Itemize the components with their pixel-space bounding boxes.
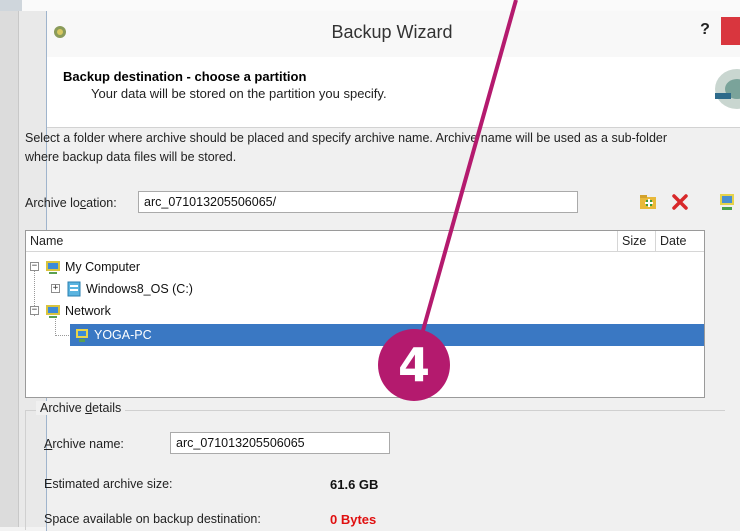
archive-details-group-label: Archive details xyxy=(36,401,126,415)
tree-item-label: Windows8_OS (C:) xyxy=(86,282,193,296)
estimated-size-value: 61.6 GB xyxy=(330,477,379,492)
disk-backup-icon xyxy=(715,69,740,109)
column-header-name[interactable]: Name xyxy=(26,231,618,251)
archive-location-label: Archive location: xyxy=(25,196,117,210)
tree-item-label: Network xyxy=(65,304,111,318)
new-folder-icon[interactable] xyxy=(637,191,659,213)
background-strip xyxy=(0,0,740,11)
space-available-label: Space available on backup destination: xyxy=(44,512,261,526)
archive-location-input[interactable] xyxy=(138,191,578,213)
header-title: Backup destination - choose a partition xyxy=(63,69,307,84)
network-drive-icon[interactable] xyxy=(716,191,738,213)
delete-x-icon[interactable] xyxy=(669,191,691,213)
background-gutter xyxy=(0,11,18,527)
header-subtitle: Your data will be stored on the partitio… xyxy=(91,86,387,101)
column-header-date[interactable]: Date xyxy=(656,231,704,251)
collapse-toggle[interactable]: − xyxy=(30,306,39,315)
computer-icon xyxy=(46,261,60,274)
tree-line xyxy=(55,335,69,336)
tree-item-my-computer[interactable]: − My Computer xyxy=(26,256,704,278)
group-border xyxy=(25,410,26,530)
title-bar: Backup Wizard ? xyxy=(47,11,740,58)
collapse-toggle[interactable]: − xyxy=(30,262,39,271)
tree-item-label: YOGA-PC xyxy=(94,328,152,342)
help-button[interactable]: ? xyxy=(695,18,715,42)
background-corner xyxy=(0,0,22,11)
pc-icon xyxy=(76,329,88,342)
tree-item-windows-drive[interactable]: + Windows8_OS (C:) xyxy=(26,278,704,300)
column-header-size[interactable]: Size xyxy=(618,231,656,251)
expand-toggle[interactable]: + xyxy=(51,284,60,293)
close-button[interactable] xyxy=(721,17,740,45)
space-available-value: 0 Bytes xyxy=(330,512,377,527)
wizard-header: Backup destination - choose a partition … xyxy=(47,57,740,128)
archive-name-label: Archive name: xyxy=(44,437,124,451)
network-icon xyxy=(46,305,60,318)
drive-icon xyxy=(67,281,81,297)
group-border xyxy=(25,410,725,411)
folder-tree-view[interactable]: Name Size Date − My Computer + Windows8_… xyxy=(25,230,705,398)
tree-item-network[interactable]: − Network xyxy=(26,300,704,322)
archive-name-input[interactable] xyxy=(170,432,390,454)
tree-item-label: My Computer xyxy=(65,260,141,274)
instructions-text: Select a folder where archive should be … xyxy=(25,131,668,164)
estimated-size-label: Estimated archive size: xyxy=(44,477,173,491)
callout-number-badge: 4 xyxy=(378,329,450,401)
tree-header: Name Size Date xyxy=(26,231,704,252)
window-title: Backup Wizard xyxy=(331,22,453,42)
